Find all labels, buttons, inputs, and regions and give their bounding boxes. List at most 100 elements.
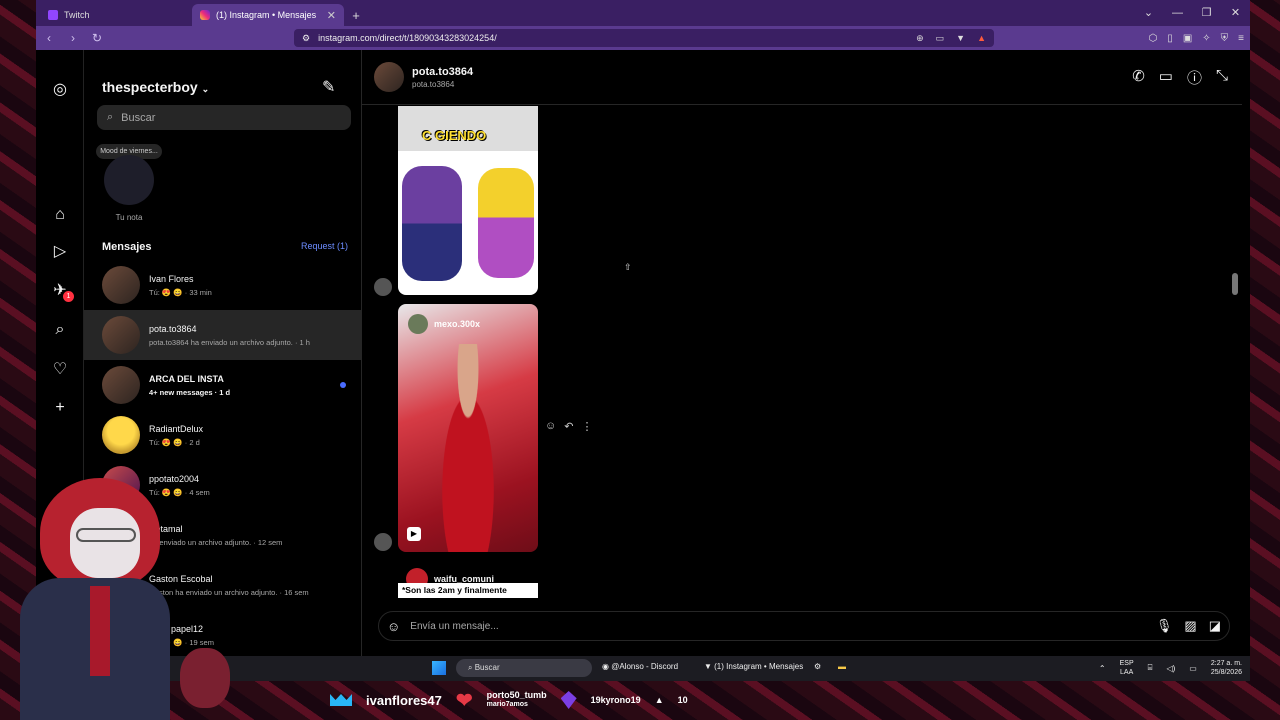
requests-link[interactable]: Request (1)	[301, 241, 348, 253]
avatar[interactable]	[374, 62, 404, 92]
avatar	[102, 416, 140, 454]
discord-icon: ◉	[602, 662, 612, 671]
menu-icon[interactable]: ≡	[1238, 33, 1244, 44]
brave-shield-icon[interactable]: ▼	[956, 33, 965, 44]
react-icon[interactable]: ☺	[545, 420, 556, 433]
reload-icon[interactable]: ↻	[90, 31, 104, 45]
conversation-item[interactable]: Ivan Flores Tú: 😍 😄 · 33 min	[84, 260, 361, 310]
tab-twitch[interactable]: Twitch	[40, 4, 192, 26]
account-switcher[interactable]: thespecterboy ⌄	[102, 79, 209, 95]
search-icon[interactable]: ⌕	[50, 320, 70, 340]
create-icon[interactable]: +	[50, 398, 70, 418]
taskbar-app-discord[interactable]: ◉ @Alonso - Discord	[602, 662, 678, 671]
cast-icon[interactable]: ▭	[936, 33, 945, 44]
home-icon[interactable]: ⌂	[50, 205, 70, 225]
play-icon[interactable]: ▶	[407, 527, 421, 541]
unread-dot	[340, 382, 346, 388]
reels-icon[interactable]: ▷	[50, 242, 70, 262]
emoji-icon[interactable]: ☺	[387, 619, 400, 634]
chat-header: pota.to3864 pota.to3864 ✆ ▭ ⓘ ⤡	[362, 50, 1242, 105]
new-tab-button[interactable]: +	[344, 4, 368, 26]
extensions-icon[interactable]: ⬡	[1149, 33, 1158, 44]
lang-code: ESP	[1119, 660, 1134, 667]
scrollbar-thumb[interactable]	[1232, 273, 1238, 295]
shared-reel[interactable]: mexo.300x ▶	[398, 304, 538, 552]
composer-actions: 🎙 ▨ ◪	[1156, 618, 1221, 634]
image-icon[interactable]: ▨	[1184, 618, 1196, 634]
clock-date: 25/8/2026	[1210, 669, 1242, 676]
cheer-count: 10	[677, 695, 688, 705]
note-caption: Tu nota	[115, 213, 143, 222]
close-window-icon[interactable]: ✕	[1221, 0, 1250, 26]
avatar-glasses	[76, 528, 136, 542]
search-icon: ⌕	[107, 111, 114, 123]
language-indicator[interactable]: ESP LAA	[1120, 659, 1134, 677]
clock[interactable]: 2:27 a. m. 25/8/2026	[1211, 659, 1242, 677]
search-icon: ⌕	[468, 663, 475, 672]
wallet-icon[interactable]: ▣	[1183, 33, 1192, 44]
tray-overflow-icon[interactable]: ⌃	[1099, 664, 1106, 673]
taskbar-app-instagram[interactable]: ▼ (1) Instagram • Mensajes	[704, 662, 803, 671]
battery-icon[interactable]: ▭	[1189, 664, 1197, 673]
steam-icon[interactable]: ⚙	[814, 662, 821, 671]
taskbar-search[interactable]: ⌕ Buscar	[456, 659, 592, 677]
character-figure	[478, 168, 534, 278]
conversation-item-selected[interactable]: pota.to3864 pota.to3864 ha enviado un arc…	[84, 310, 361, 360]
search-input[interactable]: ⌕ Buscar	[97, 105, 351, 130]
minimize-icon[interactable]: —	[1163, 0, 1192, 26]
message-input[interactable]: ☺ Envía un mensaje... 🎙 ▨ ◪	[378, 611, 1230, 641]
browser-toolbar: ‹ › ↻ ⚙ instagram.com/direct/t/180903432…	[36, 26, 1250, 50]
leo-icon[interactable]: ✧	[1202, 33, 1210, 44]
sticker-icon[interactable]: ◪	[1209, 618, 1221, 634]
chat-title[interactable]: pota.to3864	[412, 66, 473, 78]
compose-icon[interactable]: ✎	[322, 77, 335, 97]
notifications-icon[interactable]: ♡	[50, 360, 70, 380]
conversation-preview: 4+ new messages · 1 d	[149, 387, 231, 397]
sidebar-icon[interactable]: ▯	[1167, 33, 1173, 44]
conversation-preview: pota.to3864 ha enviado un archivo adjunt…	[149, 337, 310, 347]
conversation-item[interactable]: ARCA DEL INSTA 4+ new messages · 1 d	[84, 360, 361, 410]
avatar	[374, 278, 392, 296]
media-caption: C GIENDO	[422, 128, 487, 143]
my-note[interactable]: Mood de viernes... Tu nota	[96, 144, 162, 228]
avatar-face	[70, 508, 140, 578]
volume-icon[interactable]: ◁)	[1166, 664, 1175, 673]
microphone-icon[interactable]: 🎙	[1156, 618, 1173, 634]
avatar	[102, 266, 140, 304]
zoom-icon[interactable]: ⊕	[916, 33, 924, 44]
restore-icon[interactable]: ❐	[1192, 0, 1221, 26]
address-bar[interactable]: ⚙ instagram.com/direct/t/180903432830242…	[294, 29, 994, 47]
messages-badge: 1	[63, 291, 74, 302]
tab-label: Twitch	[64, 10, 90, 20]
site-info-icon[interactable]: ⚙	[302, 33, 310, 44]
tab-instagram[interactable]: (1) Instagram • Mensajes ✕	[192, 4, 344, 26]
more-icon[interactable]: ⋮	[581, 420, 592, 433]
shared-post[interactable]: waifu_comuni *Son las 2am y finalmente	[398, 568, 538, 600]
forward-icon[interactable]: ›	[66, 31, 80, 45]
video-call-icon[interactable]: ▭	[1159, 67, 1173, 88]
recent-followers: porto50_tumb mario7amos	[487, 691, 547, 709]
back-icon[interactable]: ‹	[42, 31, 56, 45]
conversation-item[interactable]: RadiantDelux Tú: 😍 😄 · 2 d	[84, 410, 361, 460]
rewards-icon[interactable]: ▲	[977, 33, 986, 44]
instagram-logo-icon[interactable]: ◎	[50, 80, 70, 100]
chat-actions: ✆ ▭ ⓘ ⤡	[1132, 67, 1228, 88]
messages-label: Mensajes	[102, 241, 152, 253]
info-icon[interactable]: ⓘ	[1187, 67, 1202, 88]
conversation-name: RadiantDelux	[149, 423, 204, 434]
toolbar-actions: ⬡ ▯ ▣ ✧ ⛨ ≡	[1149, 33, 1244, 44]
vpn-icon[interactable]: ⛨	[1221, 33, 1229, 44]
windows-start-icon[interactable]	[432, 661, 446, 675]
phone-icon[interactable]: ✆	[1132, 67, 1145, 88]
collapse-icon[interactable]: ⤡	[1216, 67, 1228, 88]
file-explorer-icon[interactable]: ▬	[838, 662, 846, 671]
shared-media-image[interactable]: C GIENDO	[398, 106, 538, 295]
reply-icon[interactable]: ↶	[564, 420, 573, 433]
network-icon[interactable]: ⌸	[1148, 663, 1153, 673]
window-controls: ⌄ — ❐ ✕	[1134, 0, 1250, 26]
avatar	[102, 316, 140, 354]
chat-scrollbar[interactable]	[1231, 105, 1239, 600]
chat-panel: pota.to3864 pota.to3864 ✆ ▭ ⓘ ⤡ C GIENDO…	[362, 50, 1242, 656]
close-tab-icon[interactable]: ✕	[327, 9, 336, 22]
tab-list-icon[interactable]: ⌄	[1134, 0, 1163, 26]
